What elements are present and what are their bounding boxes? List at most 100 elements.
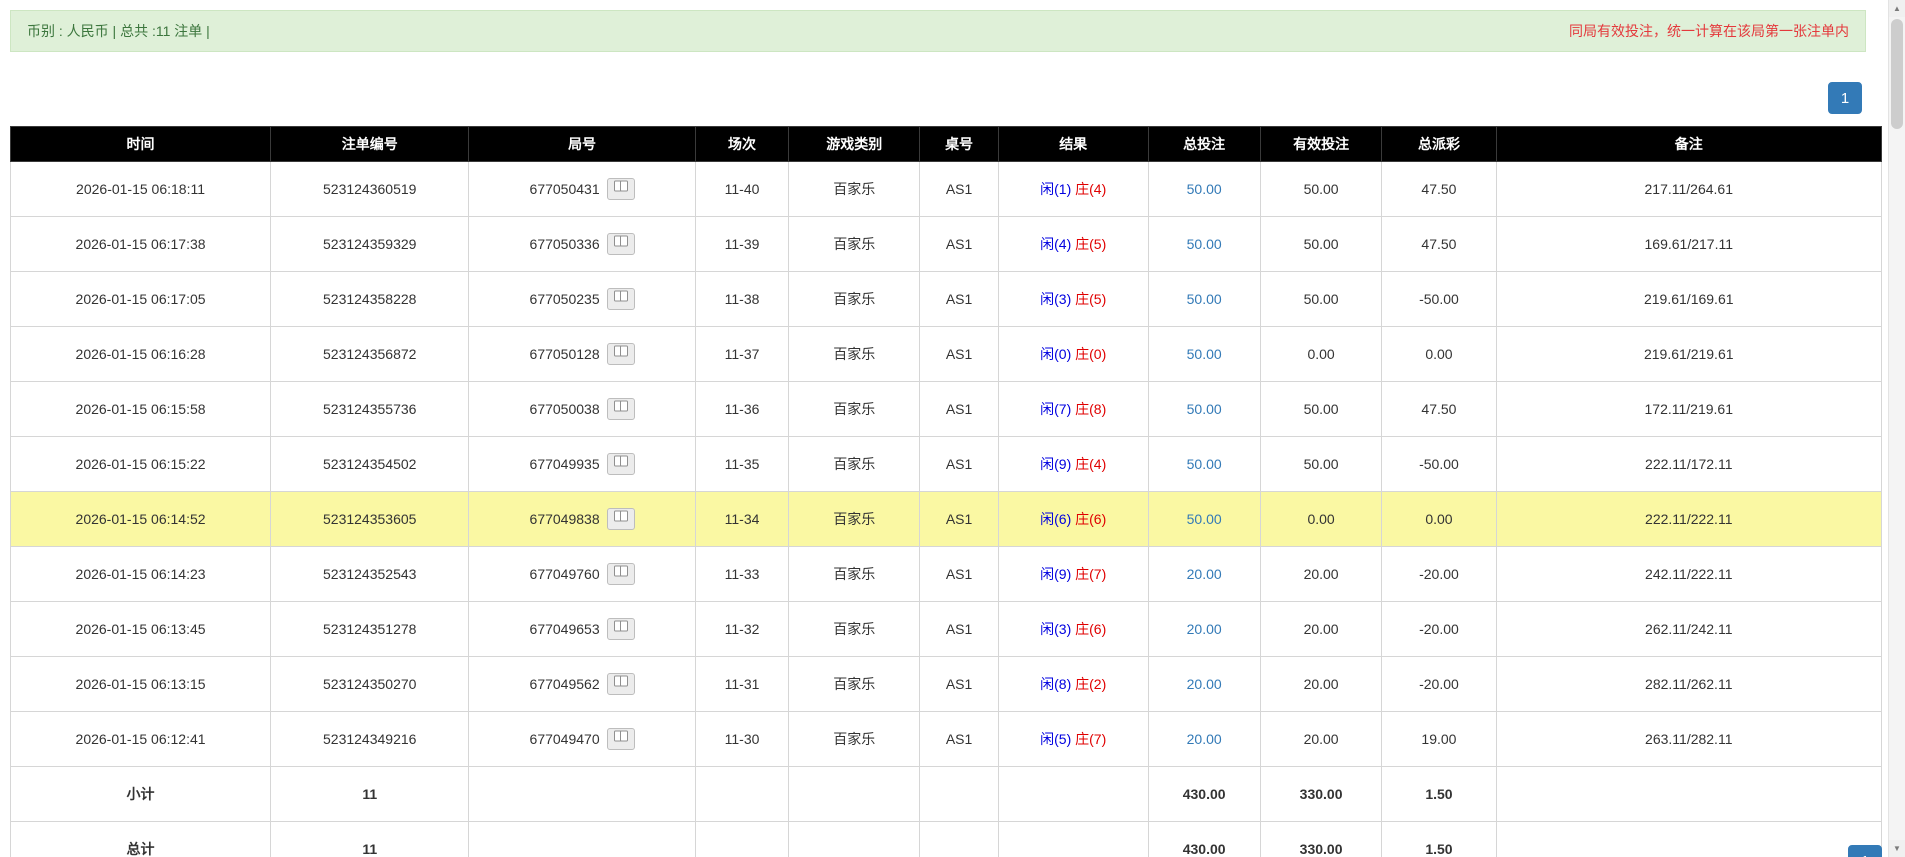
round-cell: 677050128: [468, 326, 696, 382]
remark-cell: 217.11/264.61: [1495, 161, 1883, 217]
table-row: 2026-01-15 06:16:28 523124356872 677050128…: [9, 326, 1883, 382]
time-cell: 2026-01-15 06:16:28: [9, 326, 272, 382]
view-cards-icon[interactable]: [606, 398, 635, 420]
top-pagination: 1: [0, 82, 1862, 114]
valid-bet-cell: 0.00: [1259, 491, 1383, 547]
total-bet-cell: 20.00: [1147, 546, 1261, 602]
time-cell: 2026-01-15 06:13:45: [9, 601, 272, 657]
round-number: 677049760: [529, 566, 600, 582]
view-cards-icon[interactable]: [606, 673, 635, 695]
session-cell: 11-34: [694, 491, 790, 547]
bet-id-cell: 523124350270: [270, 656, 470, 712]
page-button-1[interactable]: 1: [1828, 82, 1862, 114]
game-type-cell: 百家乐: [788, 436, 921, 492]
view-cards-icon[interactable]: [606, 728, 635, 750]
player-result: 闲(8): [1040, 676, 1072, 692]
table-row: 2026-01-15 06:14:52 523124353605 677049838…: [9, 491, 1883, 547]
player-result: 闲(5): [1040, 731, 1072, 747]
total-row: 总计 11 430.00 330.00 1.50: [9, 821, 1883, 857]
remark-cell: 262.11/242.11: [1495, 601, 1883, 657]
table-row: 2026-01-15 06:14:23 523124352543 677049760…: [9, 546, 1883, 602]
header-row: 时间 注单编号 局号 场次 游戏类别 桌号 结果 总投注 有效投注 总派彩 备注: [9, 126, 1883, 162]
table-no-cell: AS1: [919, 326, 999, 382]
total-bet-link[interactable]: 50.00: [1187, 236, 1222, 252]
view-cards-icon[interactable]: [606, 343, 635, 365]
total-bet-cell: 20.00: [1147, 601, 1261, 657]
footer-empty-cell: [1495, 821, 1883, 857]
bet-id-cell: 523124353605: [270, 491, 470, 547]
bet-id-cell: 523124360519: [270, 161, 470, 217]
session-cell: 11-30: [694, 711, 790, 767]
bet-id-cell: 523124349216: [270, 711, 470, 767]
view-cards-icon[interactable]: [606, 178, 635, 200]
bottom-pagination: 1: [1848, 845, 1882, 857]
session-cell: 11-32: [694, 601, 790, 657]
table-no-cell: AS1: [919, 656, 999, 712]
total-bet-cell: 50.00: [1147, 216, 1261, 272]
column-header-table-no: 桌号: [919, 126, 999, 162]
total-bet-link[interactable]: 50.00: [1187, 291, 1222, 307]
session-cell: 11-39: [694, 216, 790, 272]
time-cell: 2026-01-15 06:15:58: [9, 381, 272, 437]
bottom-page-button-1[interactable]: 1: [1848, 845, 1882, 857]
scroll-down-icon[interactable]: ▼: [1889, 840, 1905, 857]
session-cell: 11-35: [694, 436, 790, 492]
remark-cell: 222.11/172.11: [1495, 436, 1883, 492]
result-cell: 闲(1) 庄(4): [997, 161, 1149, 217]
payout-cell: 47.50: [1381, 381, 1497, 437]
valid-bet-cell: 50.00: [1259, 161, 1383, 217]
table-row: 2026-01-15 06:15:22 523124354502 677049935…: [9, 436, 1883, 492]
session-cell: 11-37: [694, 326, 790, 382]
banker-result: 庄(5): [1075, 236, 1107, 252]
round-number: 677049838: [529, 511, 600, 527]
scroll-thumb[interactable]: [1891, 19, 1903, 129]
view-cards-icon[interactable]: [606, 618, 635, 640]
total-bet-link[interactable]: 50.00: [1187, 511, 1222, 527]
round-cell: 677049562: [468, 656, 696, 712]
footer-label: 小计: [9, 766, 272, 822]
table-no-cell: AS1: [919, 546, 999, 602]
payout-cell: 47.50: [1381, 161, 1497, 217]
view-cards-icon[interactable]: [606, 288, 635, 310]
time-cell: 2026-01-15 06:18:11: [9, 161, 272, 217]
remark-cell: 169.61/217.11: [1495, 216, 1883, 272]
scroll-up-icon[interactable]: ▲: [1889, 0, 1905, 17]
round-number: 677049470: [529, 731, 600, 747]
table-row: 2026-01-15 06:15:58 523124355736 677050038…: [9, 381, 1883, 437]
footer-empty-cell: [997, 821, 1149, 857]
total-bet-link[interactable]: 50.00: [1187, 346, 1222, 362]
bet-id-cell: 523124351278: [270, 601, 470, 657]
round-cell: 677049760: [468, 546, 696, 602]
footer-empty-cell: [919, 821, 999, 857]
table-no-cell: AS1: [919, 161, 999, 217]
view-cards-icon[interactable]: [606, 563, 635, 585]
game-type-cell: 百家乐: [788, 546, 921, 602]
total-bet-link[interactable]: 50.00: [1187, 401, 1222, 417]
view-cards-icon[interactable]: [606, 508, 635, 530]
view-cards-icon[interactable]: [606, 453, 635, 475]
banker-result: 庄(7): [1075, 731, 1107, 747]
remark-cell: 222.11/222.11: [1495, 491, 1883, 547]
banker-result: 庄(4): [1075, 181, 1107, 197]
footer-empty-cell: [997, 766, 1149, 822]
payout-cell: -50.00: [1381, 271, 1497, 327]
scrollbar[interactable]: ▲ ▼: [1888, 0, 1905, 857]
total-bet-link[interactable]: 20.00: [1187, 731, 1222, 747]
bet-id-cell: 523124356872: [270, 326, 470, 382]
total-bet-link[interactable]: 50.00: [1187, 456, 1222, 472]
total-bet-link[interactable]: 20.00: [1187, 566, 1222, 582]
column-header-session: 场次: [694, 126, 790, 162]
total-bet-link[interactable]: 50.00: [1187, 181, 1222, 197]
game-type-cell: 百家乐: [788, 271, 921, 327]
total-bet-link[interactable]: 20.00: [1187, 676, 1222, 692]
total-bet-cell: 20.00: [1147, 656, 1261, 712]
valid-bet-cell: 50.00: [1259, 381, 1383, 437]
total-bet-cell: 50.00: [1147, 436, 1261, 492]
game-type-cell: 百家乐: [788, 491, 921, 547]
time-cell: 2026-01-15 06:17:05: [9, 271, 272, 327]
bet-id-cell: 523124359329: [270, 216, 470, 272]
view-cards-icon[interactable]: [606, 233, 635, 255]
game-type-cell: 百家乐: [788, 326, 921, 382]
player-result: 闲(6): [1040, 511, 1072, 527]
total-bet-link[interactable]: 20.00: [1187, 621, 1222, 637]
